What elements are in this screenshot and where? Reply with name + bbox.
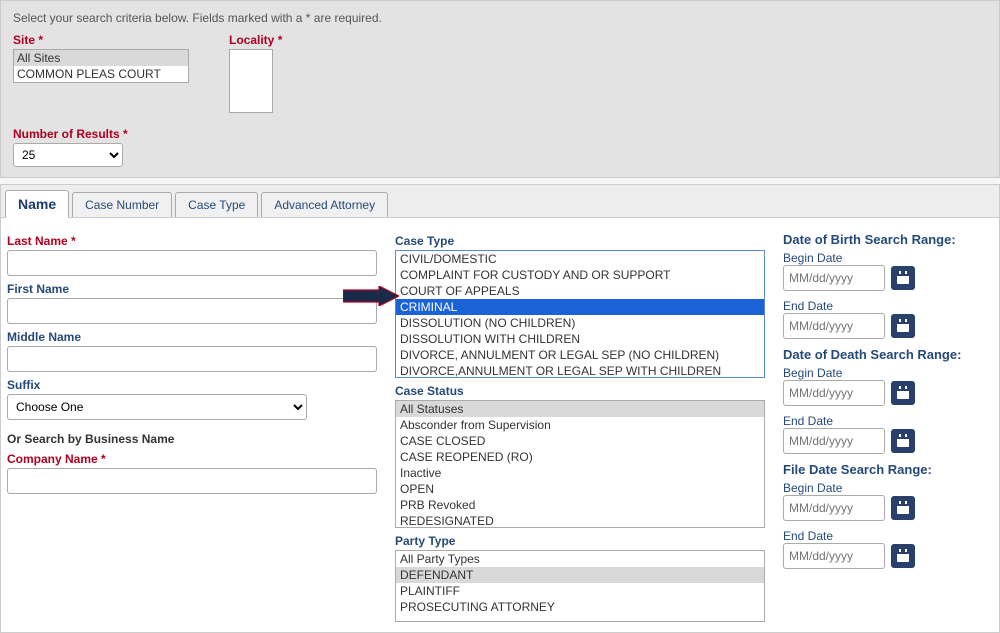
party-type-listbox[interactable]: All Party Types DEFENDANT PLAINTIFF PROS… (395, 550, 765, 622)
calendar-button[interactable] (891, 266, 915, 290)
locality-label: Locality * (229, 33, 282, 47)
case-status-option[interactable]: OPEN (396, 481, 764, 497)
or-search-text: Or Search by Business Name (7, 432, 377, 446)
calendar-icon (896, 501, 910, 515)
name-fields-column: Last Name * First Name Middle Name Suffi… (7, 228, 377, 622)
case-type-option[interactable]: DIVORCE,ANNULMENT OR LEGAL SEP WITH CHIL… (396, 363, 764, 378)
file-end-label: End Date (783, 529, 993, 543)
last-name-input[interactable] (7, 250, 377, 276)
suffix-select[interactable]: Choose One (7, 394, 307, 420)
last-name-label: Last Name * (7, 234, 377, 248)
company-name-label: Company Name * (7, 452, 377, 466)
site-option[interactable]: All Sites (14, 50, 188, 66)
suffix-label: Suffix (7, 378, 377, 392)
site-field: Site * All Sites COMMON PLEAS COURT (13, 33, 189, 113)
tab-name[interactable]: Name (5, 190, 69, 218)
site-option[interactable]: COMMON PLEAS COURT (14, 66, 188, 82)
party-type-option[interactable]: PLAINTIFF (396, 583, 764, 599)
case-type-listbox[interactable]: CIVIL/DOMESTIC COMPLAINT FOR CUSTODY AND… (395, 250, 765, 378)
num-results-select[interactable]: 25 (13, 143, 123, 167)
calendar-icon (896, 271, 910, 285)
search-criteria-header: Select your search criteria below. Field… (0, 0, 1000, 178)
locality-listbox[interactable] (229, 49, 273, 113)
dod-end-input[interactable] (783, 428, 885, 454)
case-type-option[interactable]: CRIMINAL (396, 299, 764, 315)
file-begin-label: Begin Date (783, 481, 993, 495)
dod-begin-label: Begin Date (783, 366, 993, 380)
case-status-listbox[interactable]: All Statuses Absconder from Supervision … (395, 400, 765, 528)
dob-end-input[interactable] (783, 313, 885, 339)
dod-end-label: End Date (783, 414, 993, 428)
dob-end-label: End Date (783, 299, 993, 313)
calendar-icon (896, 319, 910, 333)
party-type-option[interactable]: All Party Types (396, 551, 764, 567)
calendar-button[interactable] (891, 544, 915, 568)
dob-begin-label: Begin Date (783, 251, 993, 265)
name-search-panel: Last Name * First Name Middle Name Suffi… (1, 218, 999, 632)
case-type-option[interactable]: COMPLAINT FOR CUSTODY AND OR SUPPORT (396, 267, 764, 283)
first-name-label: First Name (7, 282, 377, 296)
case-status-option[interactable]: CASE CLOSED (396, 433, 764, 449)
case-status-label: Case Status (395, 384, 765, 398)
case-type-option[interactable]: CIVIL/DOMESTIC (396, 251, 764, 267)
num-results-label: Number of Results * (13, 127, 987, 141)
case-status-option[interactable]: CASE REOPENED (RO) (396, 449, 764, 465)
calendar-button[interactable] (891, 381, 915, 405)
party-type-label: Party Type (395, 534, 765, 548)
calendar-button[interactable] (891, 429, 915, 453)
case-status-option[interactable]: Absconder from Supervision (396, 417, 764, 433)
case-status-option[interactable]: Inactive (396, 465, 764, 481)
company-name-input[interactable] (7, 468, 377, 494)
calendar-icon (896, 549, 910, 563)
calendar-icon (896, 434, 910, 448)
arrow-annotation-icon (343, 286, 399, 306)
middle-name-input[interactable] (7, 346, 377, 372)
case-status-option[interactable]: PRB Revoked (396, 497, 764, 513)
party-type-option[interactable]: DEFENDANT (396, 567, 764, 583)
first-name-input[interactable] (7, 298, 377, 324)
case-type-option[interactable]: DISSOLUTION (NO CHILDREN) (396, 315, 764, 331)
tab-case-type[interactable]: Case Type (175, 192, 258, 217)
site-listbox[interactable]: All Sites COMMON PLEAS COURT (13, 49, 189, 83)
case-status-option[interactable]: REDESIGNATED (396, 513, 764, 528)
middle-name-label: Middle Name (7, 330, 377, 344)
instructions-text: Select your search criteria below. Field… (13, 11, 987, 25)
locality-field: Locality * (229, 33, 282, 113)
case-filters-column: Case Type CIVIL/DOMESTIC COMPLAINT FOR C… (395, 228, 765, 622)
case-type-option[interactable]: DIVORCE, ANNULMENT OR LEGAL SEP (NO CHIL… (396, 347, 764, 363)
tab-case-number[interactable]: Case Number (72, 192, 172, 217)
calendar-icon (896, 386, 910, 400)
calendar-button[interactable] (891, 314, 915, 338)
search-tabs-panel: Name Case Number Case Type Advanced Atto… (0, 184, 1000, 633)
date-ranges-column: Date of Birth Search Range: Begin Date E… (783, 228, 993, 622)
dod-range-title: Date of Death Search Range: (783, 347, 993, 362)
case-status-option[interactable]: All Statuses (396, 401, 764, 417)
tab-advanced-attorney[interactable]: Advanced Attorney (261, 192, 388, 217)
dod-begin-input[interactable] (783, 380, 885, 406)
site-label: Site * (13, 33, 189, 47)
dob-begin-input[interactable] (783, 265, 885, 291)
tab-bar: Name Case Number Case Type Advanced Atto… (1, 185, 999, 218)
dob-range-title: Date of Birth Search Range: (783, 232, 993, 247)
file-begin-input[interactable] (783, 495, 885, 521)
file-range-title: File Date Search Range: (783, 462, 993, 477)
calendar-button[interactable] (891, 496, 915, 520)
party-type-option[interactable]: PROSECUTING ATTORNEY (396, 599, 764, 615)
case-type-option[interactable]: DISSOLUTION WITH CHILDREN (396, 331, 764, 347)
case-type-label: Case Type (395, 234, 765, 248)
case-type-option[interactable]: COURT OF APPEALS (396, 283, 764, 299)
file-end-input[interactable] (783, 543, 885, 569)
